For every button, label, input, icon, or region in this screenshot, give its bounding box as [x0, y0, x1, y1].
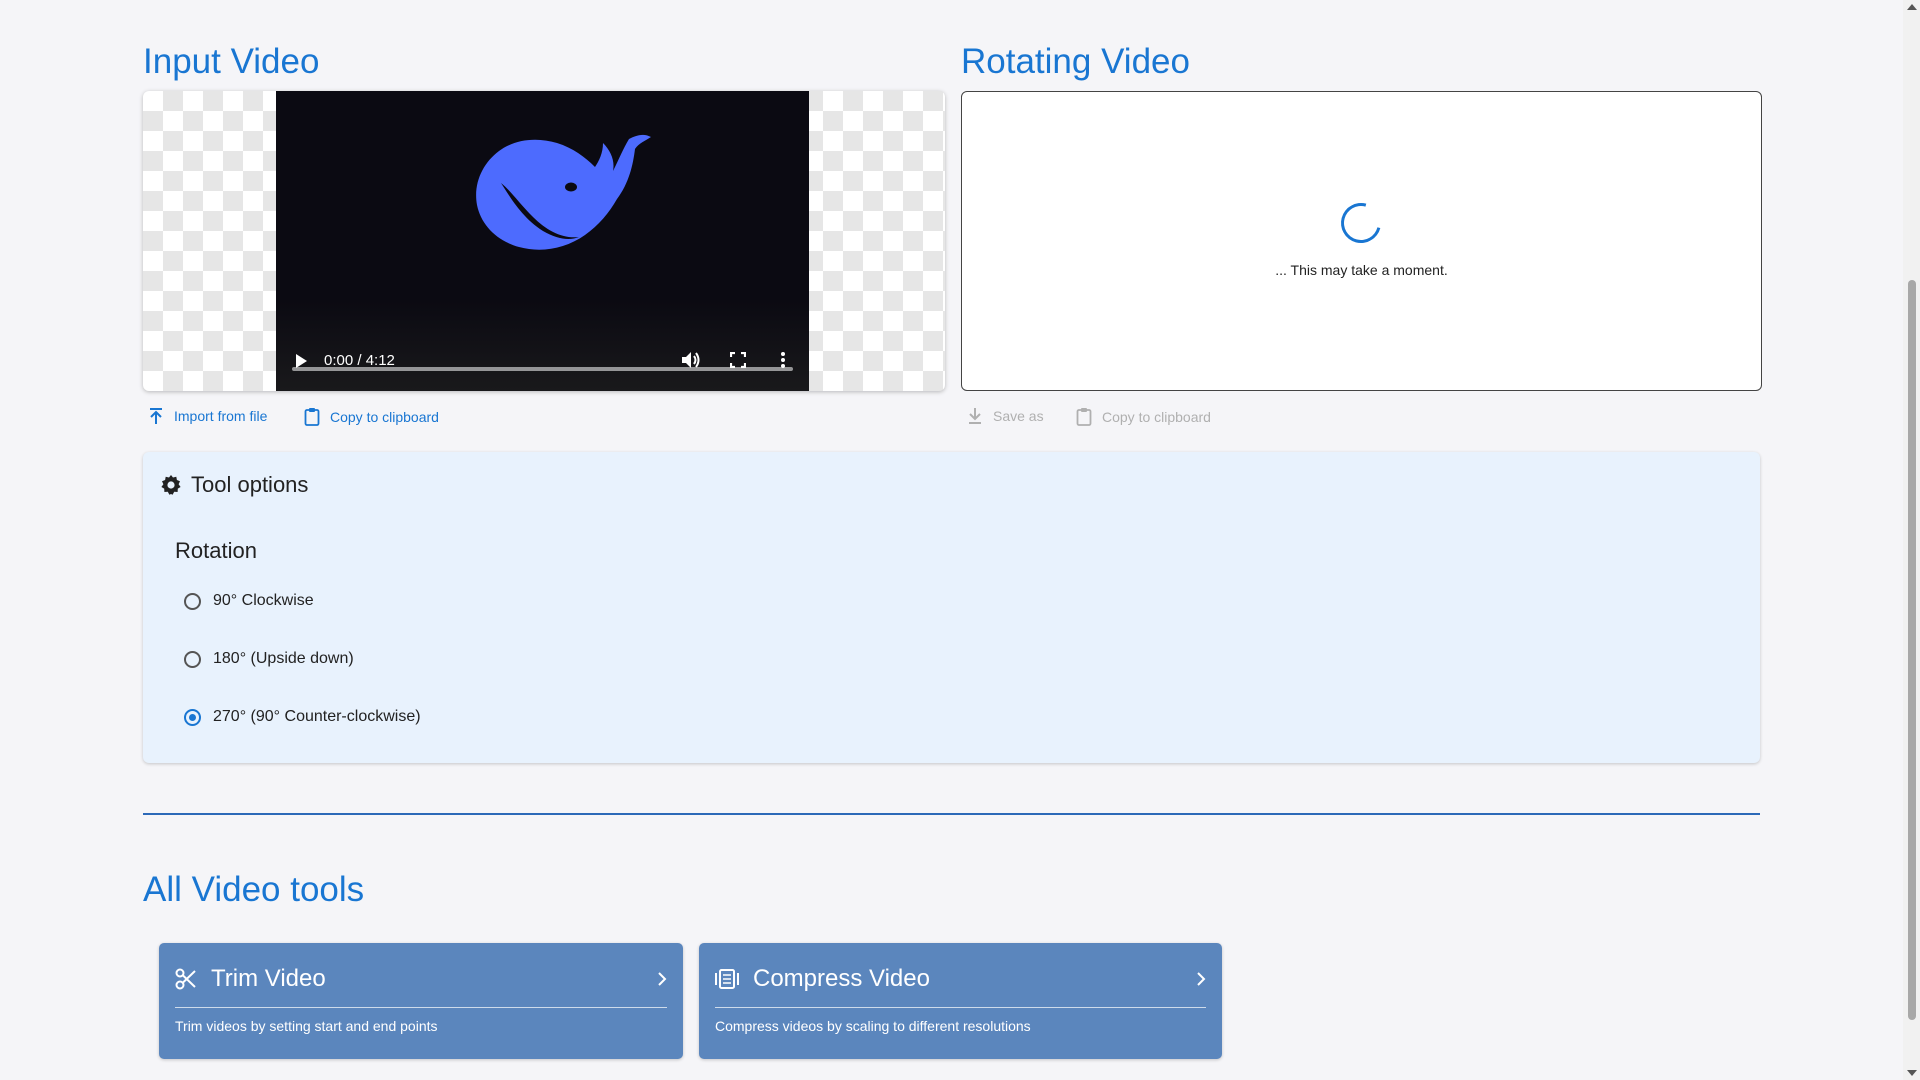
scroll-up-arrow[interactable]: [1907, 4, 1917, 10]
tool-card-description: Compress videos by scaling to different …: [715, 1018, 1031, 1034]
loading-spinner: [1333, 195, 1389, 251]
copy-input-label: Copy to clipboard: [330, 408, 439, 425]
rotation-option-label: 180° (Upside down): [213, 650, 354, 667]
radio-button[interactable]: [184, 650, 201, 668]
rotation-option-label: 270° (90° Counter-clockwise): [213, 708, 421, 725]
radio-button[interactable]: [184, 592, 201, 610]
upload-icon: [150, 408, 162, 424]
compress-icon: [715, 969, 739, 989]
tool-options-title: Tool options: [191, 472, 309, 497]
copy-output-label: Copy to clipboard: [1102, 408, 1211, 425]
all-video-tools-title: All Video tools: [143, 870, 365, 909]
save-as-button[interactable]: Save as: [967, 407, 1044, 425]
loading-message: ... This may take a moment.: [1275, 262, 1448, 278]
section-divider: [143, 813, 1760, 815]
tool-options-panel: Tool options Rotation 90° Clockwise 180°…: [143, 452, 1760, 763]
radio-button-selected[interactable]: [184, 708, 201, 726]
tool-card-title: Trim Video: [211, 965, 326, 992]
rotation-option-90[interactable]: 90° Clockwise: [184, 592, 314, 610]
input-video-title: Input Video: [143, 42, 320, 81]
tool-card-description: Trim videos by setting start and end poi…: [175, 1018, 438, 1034]
rotation-option-label: 90° Clockwise: [213, 592, 314, 609]
page-scrollbar[interactable]: [1903, 0, 1920, 1080]
output-video-title: Rotating Video: [961, 42, 1190, 81]
output-video-panel: ... This may take a moment.: [961, 91, 1762, 391]
clipboard-icon: [1076, 408, 1092, 426]
copy-output-to-clipboard-button[interactable]: Copy to clipboard: [1076, 407, 1211, 426]
chevron-right-icon: [1197, 972, 1206, 986]
copy-input-to-clipboard-button[interactable]: Copy to clipboard: [304, 407, 439, 426]
video-frame[interactable]: 0:00 / 4:12: [276, 91, 809, 391]
download-icon: [969, 408, 981, 424]
scroll-down-arrow[interactable]: [1907, 1070, 1917, 1076]
gear-icon: [161, 475, 181, 495]
tool-card-compress-video[interactable]: Compress Video Compress videos by scalin…: [699, 943, 1222, 1059]
rotation-group-title: Rotation: [175, 538, 257, 563]
input-video-player[interactable]: 0:00 / 4:12: [143, 91, 945, 391]
scrollbar-thumb[interactable]: [1908, 280, 1916, 1020]
fullscreen-icon[interactable]: [730, 352, 746, 368]
video-progress-bar[interactable]: [292, 367, 793, 371]
clipboard-icon: [304, 408, 320, 426]
whale-logo: [476, 134, 651, 250]
import-from-file-label: Import from file: [174, 408, 268, 424]
scissors-icon: [175, 968, 196, 990]
rotation-option-270[interactable]: 270° (90° Counter-clockwise): [184, 708, 421, 726]
import-from-file-button[interactable]: Import from file: [148, 407, 267, 425]
rotation-option-180[interactable]: 180° (Upside down): [184, 650, 354, 668]
chevron-right-icon: [658, 972, 667, 986]
save-as-label: Save as: [993, 408, 1044, 424]
tool-options-header: Tool options: [161, 472, 308, 498]
tool-card-trim-video[interactable]: Trim Video Trim videos by setting start …: [159, 943, 683, 1059]
tool-card-title: Compress Video: [753, 965, 930, 992]
